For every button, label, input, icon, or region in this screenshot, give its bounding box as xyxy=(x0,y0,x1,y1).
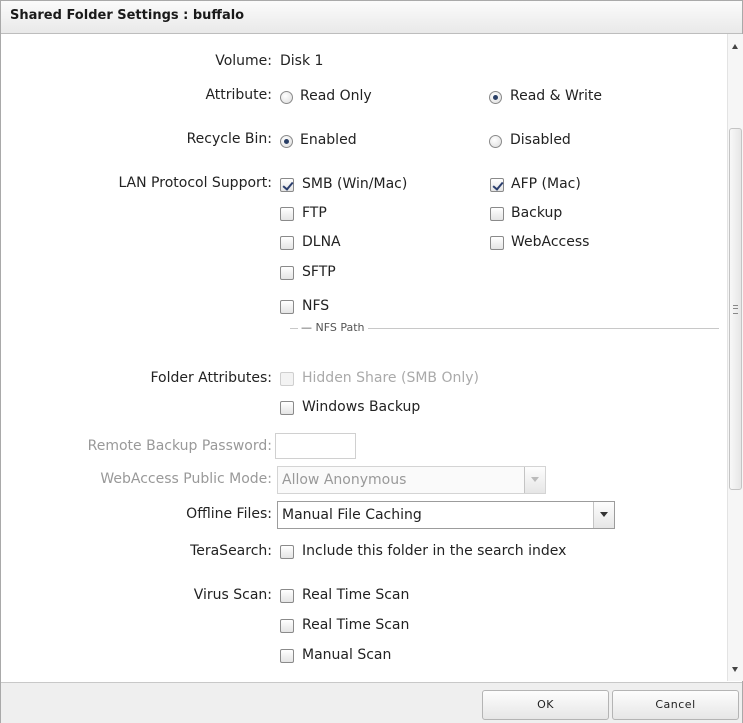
recycle-enabled-label[interactable]: Enabled xyxy=(300,132,357,148)
scroll-down-icon[interactable] xyxy=(732,667,738,672)
manual-scan-label[interactable]: Manual Scan xyxy=(302,647,391,663)
scroll-up-icon[interactable] xyxy=(732,44,738,49)
dialog-titlebar: Shared Folder Settings : buffalo xyxy=(1,1,742,34)
offline-files-label: Offline Files: xyxy=(186,506,272,522)
remote-backup-password-input[interactable] xyxy=(275,433,356,459)
real-time-scan-checkbox-2[interactable] xyxy=(280,619,294,633)
webaccess-checkbox[interactable] xyxy=(490,236,504,250)
vertical-scrollbar[interactable] xyxy=(727,34,743,681)
recycle-disabled-label[interactable]: Disabled xyxy=(510,132,571,148)
smb-checkbox[interactable] xyxy=(280,178,294,192)
settings-form: Volume: Disk 1 Attribute: Read Only Read… xyxy=(2,34,727,681)
hidden-share-checkbox[interactable] xyxy=(280,372,294,386)
backup-checkbox[interactable] xyxy=(490,207,504,221)
virus-scan-label: Virus Scan: xyxy=(193,587,272,603)
recycle-enabled-radio[interactable] xyxy=(280,135,293,148)
chevron-down-icon xyxy=(593,502,614,528)
read-write-label[interactable]: Read & Write xyxy=(510,88,602,104)
real-time-scan-label-1[interactable]: Real Time Scan xyxy=(302,587,409,603)
dlna-checkbox[interactable] xyxy=(280,236,294,250)
shared-folder-settings-dialog: Shared Folder Settings : buffalo Volume:… xyxy=(0,0,743,723)
ok-button[interactable]: OK xyxy=(482,690,609,720)
afp-checkbox[interactable] xyxy=(490,178,504,192)
smb-label[interactable]: SMB (Win/Mac) xyxy=(302,176,407,192)
terasearch-option-label[interactable]: Include this folder in the search index xyxy=(302,543,566,559)
lan-protocol-label: LAN Protocol Support: xyxy=(118,175,272,191)
volume-label: Volume: xyxy=(215,53,272,69)
ftp-label[interactable]: FTP xyxy=(302,205,327,221)
chevron-down-icon xyxy=(524,467,545,493)
grip-icon xyxy=(733,305,738,314)
read-only-label[interactable]: Read Only xyxy=(300,88,372,104)
cancel-button[interactable]: Cancel xyxy=(612,690,739,720)
sftp-checkbox[interactable] xyxy=(280,266,294,280)
nfs-checkbox[interactable] xyxy=(280,300,294,314)
remote-backup-password-label: Remote Backup Password: xyxy=(87,438,272,454)
dlna-label[interactable]: DLNA xyxy=(302,234,341,250)
dialog-footer: OK Cancel xyxy=(1,682,742,723)
hidden-share-label: Hidden Share (SMB Only) xyxy=(302,370,479,386)
webaccess-label[interactable]: WebAccess xyxy=(511,234,589,250)
windows-backup-checkbox[interactable] xyxy=(280,401,294,415)
windows-backup-label[interactable]: Windows Backup xyxy=(302,399,420,415)
folder-attributes-label: Folder Attributes: xyxy=(150,370,272,386)
sftp-label[interactable]: SFTP xyxy=(302,264,336,280)
nfs-label[interactable]: NFS xyxy=(302,298,329,314)
manual-scan-checkbox[interactable] xyxy=(280,649,294,663)
terasearch-label: TeraSearch: xyxy=(190,543,272,559)
recycle-disabled-radio[interactable] xyxy=(489,135,502,148)
attribute-label: Attribute: xyxy=(205,87,272,103)
offline-files-value: Manual File Caching xyxy=(282,507,422,523)
webaccess-public-mode-label: WebAccess Public Mode: xyxy=(100,471,272,487)
webaccess-public-mode-select[interactable]: Allow Anonymous xyxy=(277,466,546,494)
read-only-radio[interactable] xyxy=(280,91,293,104)
afp-label[interactable]: AFP (Mac) xyxy=(511,176,581,192)
nfs-path-legend: — NFS Path xyxy=(298,321,368,334)
backup-label[interactable]: Backup xyxy=(511,205,562,221)
offline-files-select[interactable]: Manual File Caching xyxy=(277,501,615,529)
dialog-title: Shared Folder Settings : buffalo xyxy=(10,8,245,23)
read-write-radio[interactable] xyxy=(489,91,502,104)
volume-value: Disk 1 xyxy=(280,53,324,69)
terasearch-checkbox[interactable] xyxy=(280,545,294,559)
real-time-scan-checkbox-1[interactable] xyxy=(280,589,294,603)
recycle-bin-label: Recycle Bin: xyxy=(186,131,272,147)
nfs-path-legend-text: NFS Path xyxy=(315,321,365,334)
webaccess-public-mode-value: Allow Anonymous xyxy=(282,472,407,488)
scrollbar-thumb[interactable] xyxy=(729,128,742,490)
real-time-scan-label-2[interactable]: Real Time Scan xyxy=(302,617,409,633)
ftp-checkbox[interactable] xyxy=(280,207,294,221)
